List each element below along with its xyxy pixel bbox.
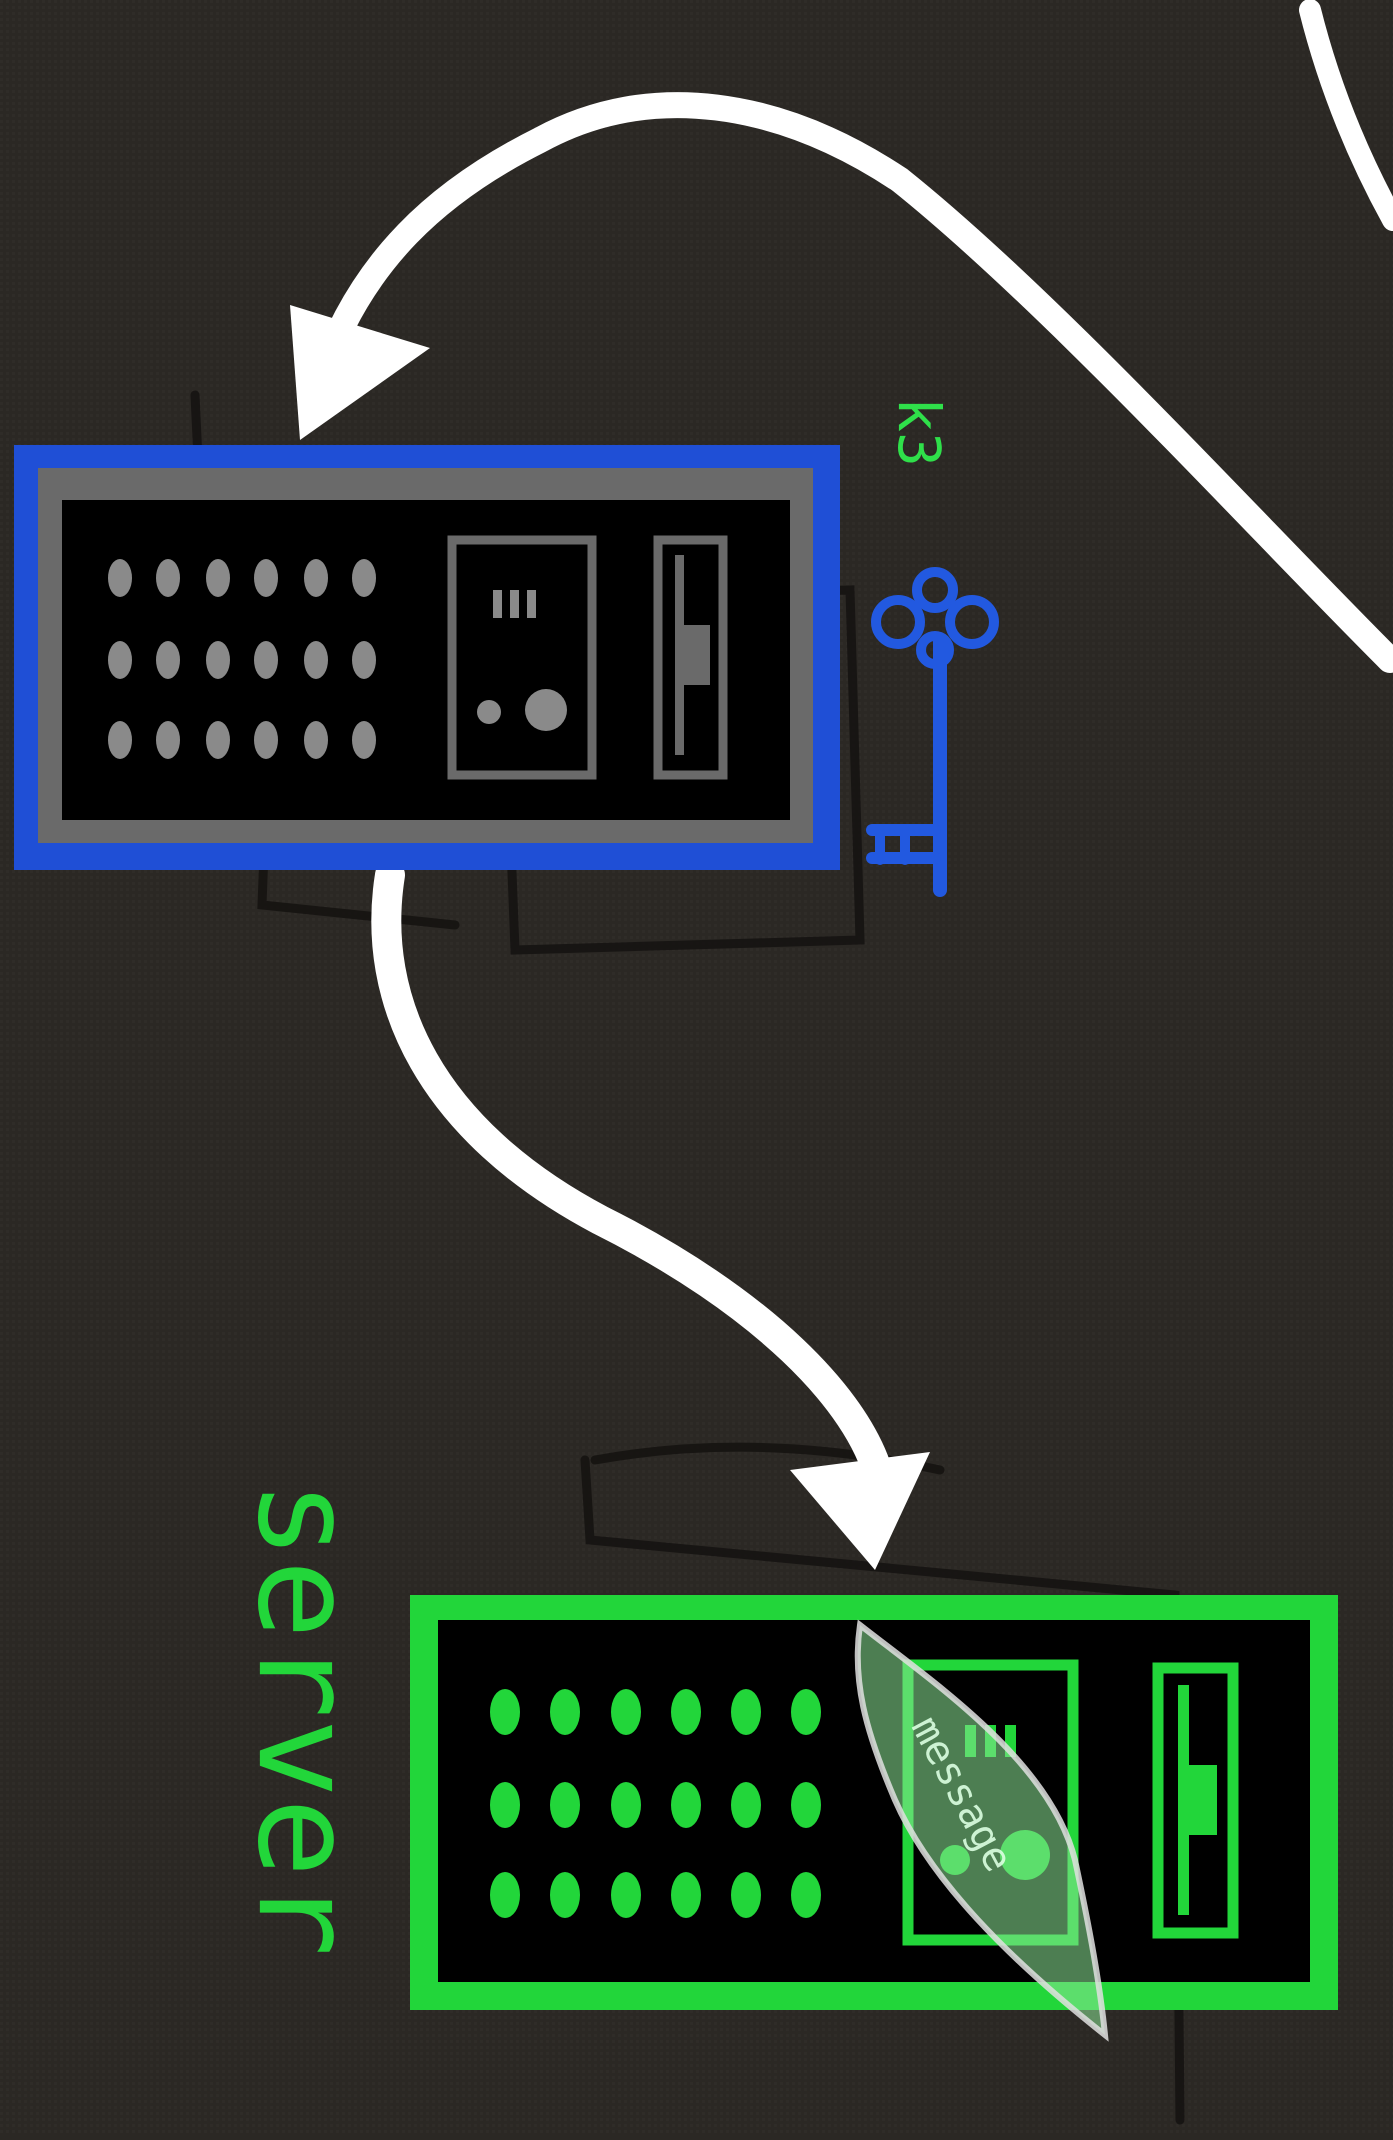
diagram-svg: k3 message server — [0, 0, 1393, 2136]
server-label: server — [228, 1480, 382, 1957]
key-label: k3 — [885, 397, 953, 467]
diagram-canvas: k3 message server — [0, 0, 1393, 2136]
relay-node — [14, 445, 840, 870]
